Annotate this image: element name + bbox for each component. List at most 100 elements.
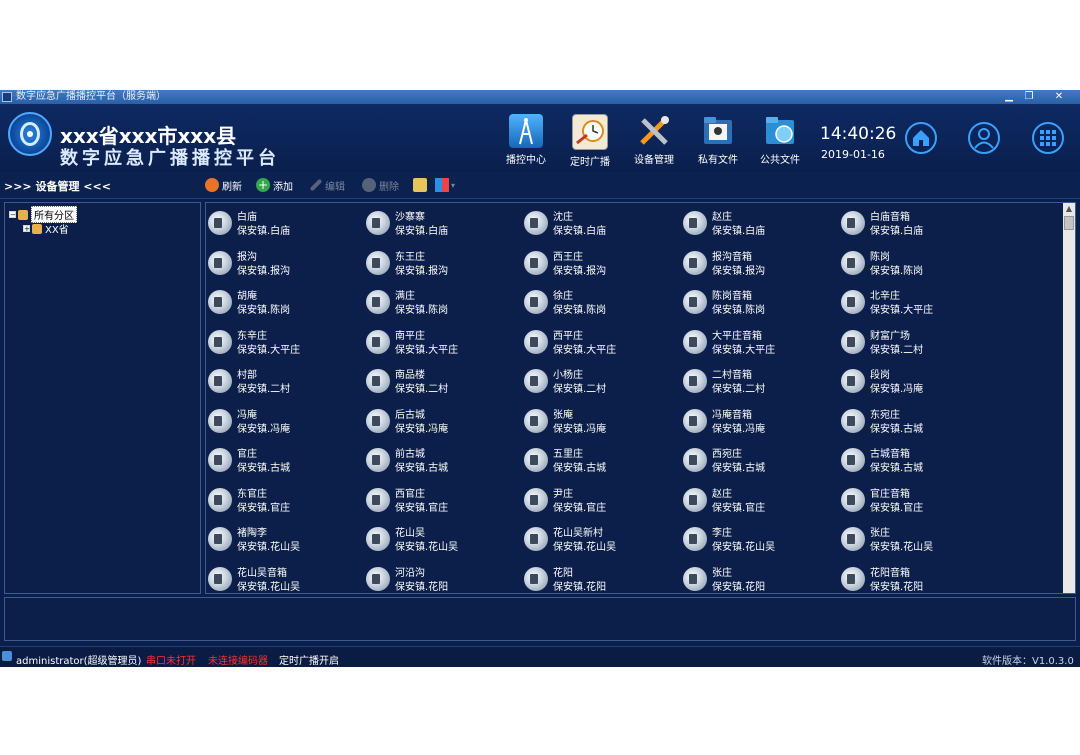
delete-button[interactable]: 删除 xyxy=(362,176,399,194)
device-item[interactable]: 陈岗 保安镇.陈岗 xyxy=(841,245,991,281)
close-button[interactable]: ✕ xyxy=(1050,91,1068,103)
device-item[interactable]: 徐庄 保安镇.陈岗 xyxy=(524,284,674,320)
device-item[interactable]: 冯庵音箱 保安镇.冯庵 xyxy=(683,403,833,439)
device-item[interactable]: 张庄 保安镇.花阳 xyxy=(683,561,833,597)
device-item[interactable]: 河沿沟 保安镇.花阳 xyxy=(366,561,516,597)
device-item[interactable]: 前古城 保安镇.古城 xyxy=(366,442,516,478)
device-item[interactable]: 花山吴新村 保安镇.花山吴 xyxy=(524,521,674,557)
apps-button[interactable] xyxy=(1032,122,1064,154)
collapse-icon[interactable]: − xyxy=(9,211,16,219)
speaker-icon xyxy=(366,408,390,433)
device-item[interactable]: 东辛庄 保安镇.大平庄 xyxy=(208,324,358,360)
add-button[interactable]: + 添加 xyxy=(256,176,293,194)
device-location: 保安镇.陈岗 xyxy=(712,305,766,316)
device-item[interactable]: 尹庄 保安镇.官庄 xyxy=(524,482,674,518)
zone-icon xyxy=(18,209,28,220)
speaker-icon xyxy=(683,448,707,472)
device-item[interactable]: 五里庄 保安镇.古城 xyxy=(524,442,674,478)
home-button[interactable] xyxy=(905,122,937,154)
device-item[interactable]: 北辛庄 保安镇.大平庄 xyxy=(841,284,991,320)
broadcast-tower-icon xyxy=(509,114,543,148)
current-user: administrator(超级管理员) xyxy=(16,656,142,667)
restore-button[interactable]: ❐ xyxy=(1020,91,1038,103)
device-item[interactable]: 报沟 保安镇.报沟 xyxy=(208,245,358,281)
expand-icon[interactable]: + xyxy=(23,225,30,233)
user-button[interactable] xyxy=(968,122,1000,154)
device-item[interactable]: 大平庄音箱 保安镇.大平庄 xyxy=(683,324,833,360)
scroll-thumb[interactable] xyxy=(1064,216,1074,230)
device-item[interactable]: 白庙音箱 保安镇.白庙 xyxy=(841,205,991,241)
device-item[interactable]: 南平庄 保安镇.大平庄 xyxy=(366,324,516,360)
device-location: 保安镇.花山吴 xyxy=(237,542,301,553)
vertical-scrollbar[interactable]: ▲ xyxy=(1063,203,1075,593)
device-item[interactable]: 东宛庄 保安镇.古城 xyxy=(841,403,991,439)
platform-title: 数字应急广播播控平台 xyxy=(60,148,280,169)
device-item[interactable]: 陈岗音箱 保安镇.陈岗 xyxy=(683,284,833,320)
device-location: 保安镇.二村 xyxy=(870,344,924,356)
device-location: 保安镇.大平庄 xyxy=(237,344,301,356)
device-item[interactable]: 东官庄 保安镇.官庄 xyxy=(208,482,358,518)
device-item[interactable]: 财富广场 保安镇.二村 xyxy=(841,324,991,360)
device-item[interactable]: 南品楼 保安镇.二村 xyxy=(366,363,516,399)
device-location: 保安镇.冯庵 xyxy=(712,423,766,435)
device-item[interactable]: 东王庄 保安镇.报沟 xyxy=(366,245,516,281)
device-item[interactable]: 满庄 保安镇.陈岗 xyxy=(366,284,516,320)
device-item[interactable]: 白庙 保安镇.白庙 xyxy=(208,205,358,241)
device-item[interactable]: 二村音箱 保安镇.二村 xyxy=(683,363,833,399)
device-item[interactable]: 沙寨寨 保安镇.白庙 xyxy=(366,205,516,241)
device-location: 保安镇.陈岗 xyxy=(237,305,291,316)
device-name: 东王庄 xyxy=(395,251,425,263)
import-button[interactable] xyxy=(413,176,427,194)
device-name: 张庄 xyxy=(870,528,890,539)
tree-child[interactable]: + XX省 xyxy=(23,221,69,236)
speaker-icon xyxy=(841,211,865,235)
device-item[interactable]: 赵庄 保安镇.官庄 xyxy=(683,482,833,518)
device-item[interactable]: 褚陶李 保安镇.花山吴 xyxy=(208,521,358,557)
device-item[interactable]: 古城音箱 保安镇.古城 xyxy=(841,442,991,478)
scroll-up-icon[interactable]: ▲ xyxy=(1063,203,1075,215)
device-item[interactable]: 赵庄 保安镇.白庙 xyxy=(683,205,833,241)
nav-device-management[interactable]: 设备管理 xyxy=(626,114,682,166)
device-item[interactable]: 花山吴 保安镇.花山吴 xyxy=(366,521,516,557)
speaker-icon xyxy=(524,448,548,472)
device-item[interactable]: 沈庄 保安镇.白庙 xyxy=(524,205,674,241)
device-item[interactable]: 西官庄 保安镇.官庄 xyxy=(366,482,516,518)
nav-public-files[interactable]: 公共文件 xyxy=(752,114,808,166)
nav-private-files[interactable]: 私有文件 xyxy=(690,114,746,166)
nav-control-center[interactable]: 播控中心 xyxy=(498,114,554,166)
device-location: 保安镇.二村 xyxy=(712,384,766,395)
device-item[interactable]: 张庄 保安镇.花山吴 xyxy=(841,521,991,557)
device-item[interactable]: 胡庵 保安镇.陈岗 xyxy=(208,284,358,320)
device-item[interactable]: 西平庄 保安镇.大平庄 xyxy=(524,324,674,360)
device-item[interactable]: 李庄 保安镇.花山吴 xyxy=(683,521,833,557)
device-item[interactable]: 小杨庄 保安镇.二村 xyxy=(524,363,674,399)
speaker-icon xyxy=(524,369,548,393)
speaker-icon xyxy=(683,566,707,591)
device-item[interactable]: 张庵 保安镇.冯庵 xyxy=(524,403,674,439)
device-location: 保安镇.官庄 xyxy=(395,502,449,514)
device-name: 东宛庄 xyxy=(870,409,900,421)
view-toggle-button[interactable]: ▾ xyxy=(435,176,455,194)
device-item[interactable]: 后古城 保安镇.冯庵 xyxy=(366,403,516,439)
speaker-icon xyxy=(841,250,865,275)
device-item[interactable]: 花山吴音箱 保安镇.花山吴 xyxy=(208,561,358,597)
device-location: 保安镇.官庄 xyxy=(712,502,766,514)
minimize-button[interactable]: ▁ xyxy=(1000,91,1018,103)
device-item[interactable]: 西宛庄 保安镇.古城 xyxy=(683,442,833,478)
device-item[interactable]: 花阳 保安镇.花阳 xyxy=(524,561,674,597)
device-item[interactable]: 花阳音箱 保安镇.花阳 xyxy=(841,561,991,597)
speaker-icon xyxy=(524,408,548,433)
nav-scheduled-broadcast[interactable]: 定时广播 xyxy=(562,114,618,168)
device-item[interactable]: 西王庄 保安镇.报沟 xyxy=(524,245,674,281)
device-item[interactable]: 村部 保安镇.二村 xyxy=(208,363,358,399)
device-location: 保安镇.花山吴 xyxy=(553,542,617,553)
device-item[interactable]: 官庄音箱 保安镇.官庄 xyxy=(841,482,991,518)
device-item[interactable]: 段岗 保安镇.冯庵 xyxy=(841,363,991,399)
device-item[interactable]: 官庄 保安镇.古城 xyxy=(208,442,358,478)
device-item[interactable]: 报沟音箱 保安镇.报沟 xyxy=(683,245,833,281)
device-item[interactable]: 冯庵 保安镇.冯庵 xyxy=(208,403,358,439)
refresh-button[interactable]: 刷新 xyxy=(205,176,242,194)
device-name: 尹庄 xyxy=(553,488,573,500)
edit-button[interactable]: 编辑 xyxy=(309,176,345,194)
speaker-icon xyxy=(524,527,548,551)
